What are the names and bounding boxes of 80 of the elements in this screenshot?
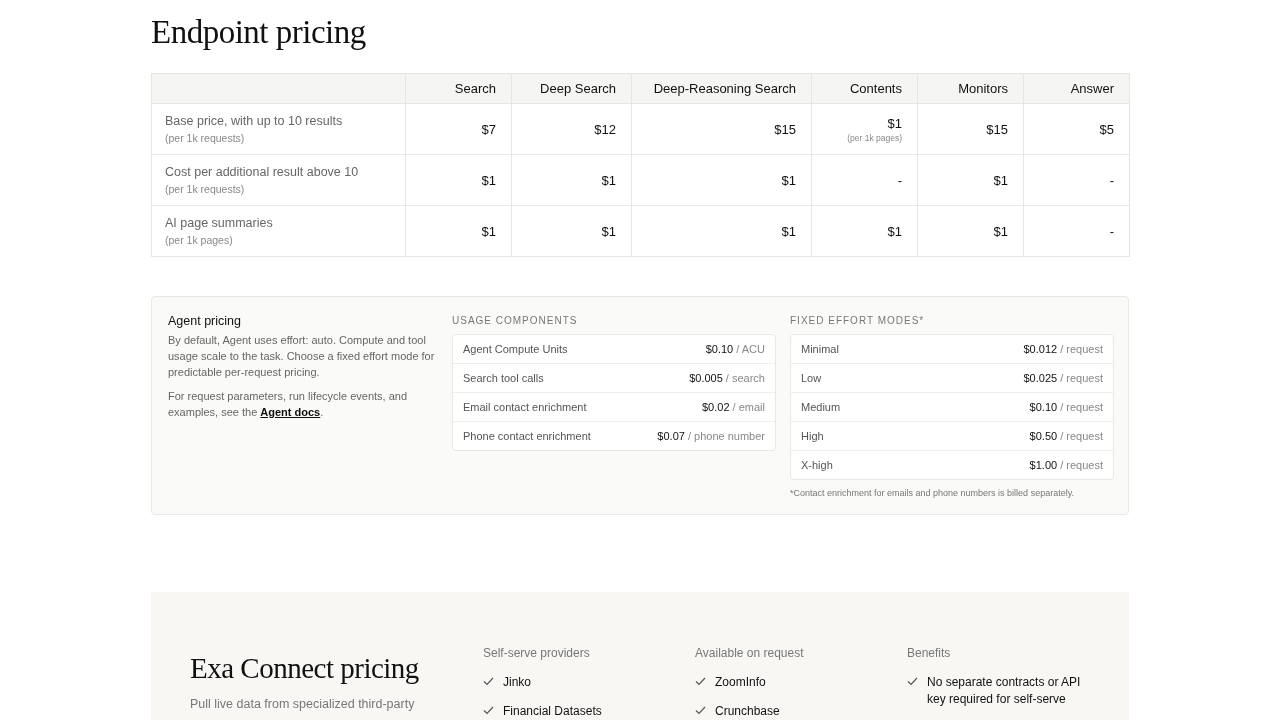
column-header: Deep-Reasoning Search [631, 73, 812, 104]
column-header: Monitors [917, 73, 1024, 104]
price-unit: / phone number [687, 430, 765, 442]
card-title: Agent pricing [168, 314, 242, 328]
check-icon [695, 706, 706, 715]
item-name: Low [801, 372, 822, 384]
column-heading: Available on request [695, 646, 805, 660]
list-item: Financial Datasets [503, 703, 602, 720]
list-item: Crunchbase [715, 703, 780, 720]
price-value: $1 [600, 223, 616, 239]
row-unit: (per 1k requests) [165, 183, 246, 195]
check-icon [483, 706, 494, 715]
item-name: Medium [801, 401, 841, 413]
list-item: No separate contracts or API key required for self-serve [927, 674, 1082, 708]
list-item: ZoomInfo [715, 674, 766, 691]
price: $0.10 [705, 343, 734, 355]
price-value: $1 [992, 223, 1008, 239]
price-unit: / ACU [736, 343, 765, 355]
price-value: $15 [773, 121, 796, 137]
row-unit: (per 1k pages) [165, 234, 234, 246]
check-icon [907, 677, 918, 686]
price-value: $1 [992, 172, 1008, 188]
row-unit: (per 1k requests) [165, 132, 246, 144]
price: $0.02 [702, 401, 730, 413]
item-name: Email contact enrichment [463, 401, 587, 413]
price-value: - [896, 172, 902, 188]
price-unit: / request [1060, 430, 1103, 442]
page-title: Endpoint pricing [151, 14, 367, 51]
price-value: $1 [886, 223, 902, 239]
price-unit: / search [725, 372, 765, 384]
item-name: Agent Compute Units [463, 343, 568, 355]
price: $0.025 [1023, 372, 1058, 384]
price: $0.005 [689, 372, 723, 384]
price-unit: / request [1060, 343, 1103, 355]
price-unit: / request [1060, 459, 1103, 471]
check-icon [695, 677, 706, 686]
row-label: Cost per additional result above 10 [165, 165, 360, 179]
price-value: $7 [480, 121, 496, 137]
price-unit: / email [732, 401, 765, 413]
price-value: $1 [600, 172, 616, 188]
column-header: Deep Search [511, 73, 632, 104]
price-unit: / request [1060, 401, 1103, 413]
price-value: $1 [780, 223, 796, 239]
price: $0.50 [1029, 430, 1058, 442]
item-name: X-high [801, 459, 833, 471]
column-header: Contents [811, 73, 918, 104]
price-note: (per 1k pages) [846, 132, 902, 143]
price-value: $12 [593, 121, 616, 137]
price: $0.10 [1029, 401, 1058, 413]
item-name: Minimal [801, 343, 839, 355]
price-value: - [1108, 223, 1114, 239]
item-name: High [801, 430, 824, 442]
row-label: AI page summaries [165, 216, 274, 230]
section-title: Exa Connect pricing [190, 652, 420, 685]
item-name: Search tool calls [463, 372, 544, 384]
price-value: $1 [886, 115, 902, 131]
item-name: Phone contact enrichment [463, 430, 591, 442]
column-heading: Self-serve providers [483, 646, 591, 660]
price-unit: / request [1060, 372, 1103, 384]
price-value: $1 [480, 172, 496, 188]
price: $0.012 [1023, 343, 1058, 355]
description: By default, Agent uses effort: auto. Compute and tool usage scale to the task. Choose a fixed effort mode for predictable per-request pricing. [168, 333, 436, 380]
list-item: Jinko [503, 674, 531, 691]
column-header: Answer [1023, 73, 1130, 104]
section-heading: USAGE COMPONENTS [452, 315, 579, 326]
price-value: $1 [480, 223, 496, 239]
docs-text: For request parameters, run lifecycle events, and examples, see the Agent docs. [168, 389, 409, 420]
price: $0.07 [657, 430, 685, 442]
section-heading: FIXED EFFORT MODES* [790, 315, 926, 326]
price-value: $1 [780, 172, 796, 188]
row-label: Base price, with up to 10 results [165, 114, 344, 128]
check-icon [483, 677, 494, 686]
price-value: - [1108, 172, 1114, 188]
price: $1.00 [1029, 459, 1058, 471]
footnote: *Contact enrichment for emails and phone numbers is billed separately. [790, 488, 1075, 498]
price-value: $5 [1098, 121, 1114, 137]
price-value: $15 [985, 121, 1008, 137]
column-heading: Benefits [907, 646, 952, 660]
section-description: Pull live data from specialized third-party [190, 697, 416, 711]
column-header: Search [405, 73, 512, 104]
